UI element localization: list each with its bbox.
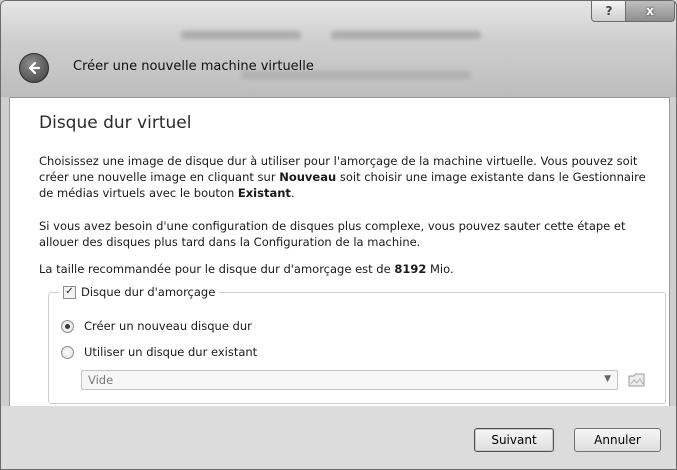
folder-icon [628,373,645,387]
use-existing-disk-option[interactable]: Utiliser un disque dur existant [61,345,257,359]
wizard-title: Créer une nouvelle machine virtuelle [73,59,314,74]
create-new-disk-radio[interactable] [61,319,74,333]
next-button[interactable]: Suivant [474,428,554,452]
chevron-down-icon: ▼ [604,374,611,384]
advanced-config-paragraph: Si vous avez besoin d'une configuration … [39,219,626,249]
create-new-disk-label: Créer un nouveau disque dur [84,319,252,333]
back-arrow-icon [28,61,41,75]
back-button[interactable] [19,53,49,83]
use-existing-disk-label: Utiliser un disque dur existant [84,345,258,359]
recommended-size-value: 8192 [394,262,427,276]
title-bar: ? x Créer une nouvelle machine virtuelle [1,1,676,97]
help-icon: ? [605,4,613,18]
blurred-background [331,31,481,39]
help-button[interactable]: ? [591,1,627,22]
boot-disk-label: Disque dur d'amorçage [81,285,216,299]
existant-keyword: Existant [237,186,291,200]
intro-paragraph: Choisissez une image de disque dur à uti… [39,154,646,200]
use-existing-disk-radio[interactable] [61,345,74,359]
existing-disk-select[interactable]: Vide ▼ [81,370,618,390]
wizard-content: Disque dur virtuel Choisissez une image … [9,97,670,407]
frame-edge [1,97,9,407]
boot-disk-checkbox[interactable]: ✓ [63,285,76,299]
boot-disk-toggle[interactable]: ✓ Disque dur d'amorçage [59,285,220,299]
nouveau-keyword: Nouveau [279,170,337,184]
close-button[interactable]: x [625,1,675,22]
close-icon: x [646,4,654,18]
cancel-button[interactable]: Annuler [574,428,661,452]
blurred-background [181,31,301,39]
wizard-window: ? x Créer une nouvelle machine virtuelle… [0,0,677,470]
recommended-size-paragraph: La taille recommandée pour le disque dur… [39,262,454,276]
create-new-disk-option[interactable]: Créer un nouveau disque dur [61,319,252,333]
choose-disk-button[interactable] [626,370,648,390]
boot-disk-group: ✓ Disque dur d'amorçage Créer un nouveau… [48,285,666,404]
existing-disk-select-value: Vide [88,373,114,387]
button-bar: Suivant Annuler [1,406,676,469]
page-title: Disque dur virtuel [39,113,192,133]
